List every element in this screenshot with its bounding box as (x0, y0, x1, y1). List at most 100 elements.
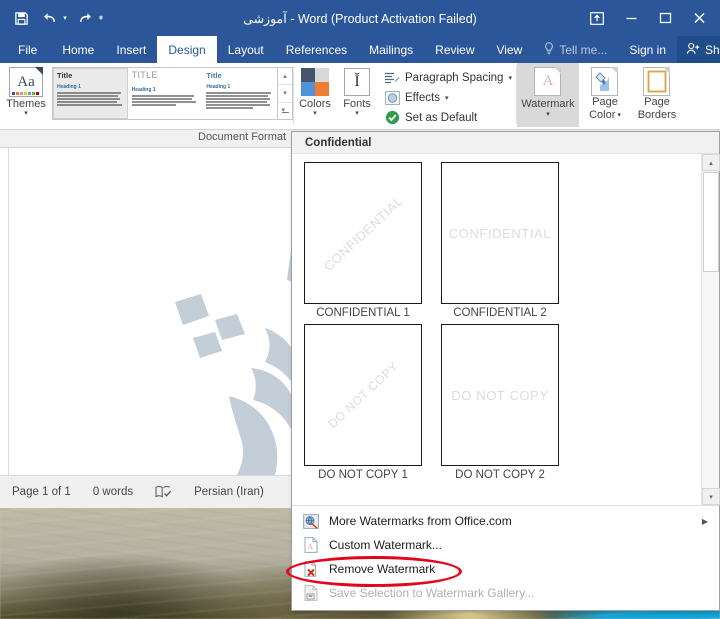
watermark-gallery-item[interactable]: DO NOT COPY DO NOT COPY 2 (441, 324, 571, 481)
tab-insert[interactable]: Insert (105, 36, 157, 63)
watermark-button[interactable]: A Watermark ▾ (516, 63, 579, 127)
watermark-item-label: DO NOT COPY 1 (318, 469, 408, 481)
tab-review[interactable]: Review (424, 36, 485, 63)
paragraph-spacing-icon (384, 70, 400, 86)
watermark-preview-text: DO NOT COPY (451, 387, 549, 403)
proofing-errors-icon[interactable] (155, 485, 172, 499)
theme-card-lines (57, 92, 124, 106)
themes-caret-icon[interactable]: ▾ (24, 110, 28, 118)
watermark-gallery-item[interactable]: DO NOT COPY DO NOT COPY 1 (304, 324, 434, 481)
tab-mailings[interactable]: Mailings (358, 36, 424, 63)
effects-caret-icon[interactable]: ▾ (445, 94, 449, 102)
submenu-arrow-icon: ▶ (701, 516, 708, 526)
ribbon-display-options-icon[interactable] (580, 3, 614, 33)
theme-card[interactable]: TITLE Heading 1 (128, 68, 203, 119)
watermark-gallery-item[interactable]: CONFIDENTIAL CONFIDENTIAL 2 (441, 162, 571, 319)
watermark-gallery-scrollbar[interactable]: ▴ ▾ (701, 154, 720, 505)
menu-item-save-selection-to-gallery: Save Selection to Watermark Gallery... (292, 581, 719, 605)
title-bar: ▾ ⩨ آموزشی - Word (Product Activation Fa… (0, 0, 720, 36)
maximize-icon[interactable] (648, 3, 682, 33)
watermark-thumbnail[interactable]: CONFIDENTIAL (441, 162, 559, 304)
svg-text:A: A (307, 542, 313, 551)
page-borders-button[interactable]: Page Borders (631, 63, 683, 130)
gallery-scroll-up-icon[interactable]: ▴ (278, 68, 292, 86)
watermark-preview-text: CONFIDENTIAL (320, 192, 406, 274)
customize-qat-icon[interactable]: ⩨ (96, 5, 106, 31)
status-word-count[interactable]: 0 words (93, 486, 133, 498)
watermark-menu: More Watermarks from Office.com ▶ A Cust… (292, 505, 719, 610)
undo-dropdown-icon[interactable]: ▾ (60, 5, 70, 31)
tab-design[interactable]: Design (157, 36, 217, 63)
set-as-default-icon (384, 110, 400, 126)
remove-watermark-icon (300, 560, 322, 578)
watermark-thumbnail[interactable]: DO NOT COPY (304, 324, 422, 466)
undo-icon[interactable] (36, 5, 62, 31)
status-language[interactable]: Persian (Iran) (194, 486, 264, 498)
redo-icon[interactable] (72, 5, 98, 31)
watermark-thumbnail[interactable]: CONFIDENTIAL (304, 162, 422, 304)
theme-card[interactable]: Title Heading 1 (53, 68, 128, 119)
scroll-down-icon[interactable]: ▾ (702, 488, 720, 505)
theme-colors-button[interactable]: Colors ▾ (294, 63, 336, 130)
watermark-caret-icon[interactable]: ▾ (546, 111, 550, 119)
fonts-label: Fonts (343, 98, 371, 110)
theme-card-lines (131, 95, 199, 106)
page-borders-label-2: Borders (637, 109, 677, 121)
page-color-caret-icon[interactable]: ▾ (617, 109, 621, 122)
gallery-more-icon[interactable]: ▾ (278, 103, 292, 119)
watermark-label: Watermark (521, 98, 575, 110)
effects-icon (384, 90, 400, 106)
theme-fonts-button[interactable]: Ĭ Fonts ▾ (336, 63, 378, 130)
close-icon[interactable] (682, 3, 716, 33)
save-icon[interactable] (8, 5, 34, 31)
effects-button[interactable]: Effects ▾ (384, 89, 512, 106)
tab-home[interactable]: Home (51, 36, 105, 63)
ribbon-tab-bar: File Home Insert Design Layout Reference… (0, 36, 720, 63)
watermark-category-header: Confidential (292, 132, 719, 154)
sign-in-button[interactable]: Sign in (618, 36, 677, 63)
menu-item-label: More Watermarks from Office.com (329, 514, 512, 528)
watermark-preview-text: DO NOT COPY (325, 359, 401, 431)
watermark-thumbnail[interactable]: DO NOT COPY (441, 324, 559, 466)
effects-label: Effects (405, 91, 440, 104)
status-page-number[interactable]: Page 1 of 1 (12, 486, 71, 498)
tab-references[interactable]: References (275, 36, 358, 63)
fonts-icon: Ĭ (344, 68, 370, 96)
quick-access-toolbar: ▾ ⩨ (8, 0, 106, 36)
themes-button[interactable]: Aa Themes ▾ (0, 63, 52, 130)
colors-caret-icon[interactable]: ▾ (313, 110, 317, 118)
paragraph-spacing-button[interactable]: Paragraph Spacing ▾ (384, 69, 512, 86)
tell-me-box[interactable]: Tell me... (533, 36, 618, 63)
gallery-scrollbar[interactable]: ▴ ▾ ▾ (278, 67, 293, 120)
watermark-item-label: CONFIDENTIAL 2 (453, 307, 547, 319)
scroll-up-icon[interactable]: ▴ (702, 154, 720, 171)
set-as-default-button[interactable]: Set as Default (384, 109, 512, 126)
tab-layout[interactable]: Layout (217, 36, 275, 63)
minimize-icon[interactable] (614, 3, 648, 33)
tab-view[interactable]: View (486, 36, 534, 63)
menu-item-custom-watermark[interactable]: A Custom Watermark... (292, 533, 719, 557)
page-color-label-2-row: Color ▾ (589, 109, 621, 122)
window-controls (580, 0, 716, 36)
menu-item-more-watermarks[interactable]: More Watermarks from Office.com ▶ (292, 509, 719, 533)
menu-item-remove-watermark[interactable]: Remove Watermark (292, 557, 719, 581)
watermark-gallery-item[interactable]: CONFIDENTIAL CONFIDENTIAL 1 (304, 162, 434, 319)
themes-label: Themes (6, 98, 46, 110)
theme-card[interactable]: Title Heading 1 (202, 68, 277, 119)
scrollbar-track[interactable] (702, 272, 719, 488)
custom-watermark-icon: A (300, 536, 322, 554)
watermark-icon: A (534, 67, 562, 96)
gallery-scroll-down-icon[interactable]: ▾ (278, 85, 292, 103)
watermark-gallery-area: Confidential CONFIDENTIAL CONFIDENTIAL 1… (292, 132, 720, 505)
share-button[interactable]: Share (677, 36, 720, 63)
page-color-label-2: Color (589, 109, 616, 121)
scrollbar-thumb[interactable] (703, 172, 719, 272)
share-person-icon (686, 42, 700, 58)
page-color-button[interactable]: Page Color ▾ (579, 63, 631, 130)
document-formatting-group-title: Document Format (198, 131, 287, 143)
menu-item-label: Save Selection to Watermark Gallery... (329, 586, 535, 600)
theme-card-title: Title (57, 71, 73, 80)
paragraph-spacing-caret-icon[interactable]: ▾ (508, 74, 512, 82)
fonts-caret-icon[interactable]: ▾ (355, 110, 359, 118)
tab-file[interactable]: File (0, 36, 51, 63)
